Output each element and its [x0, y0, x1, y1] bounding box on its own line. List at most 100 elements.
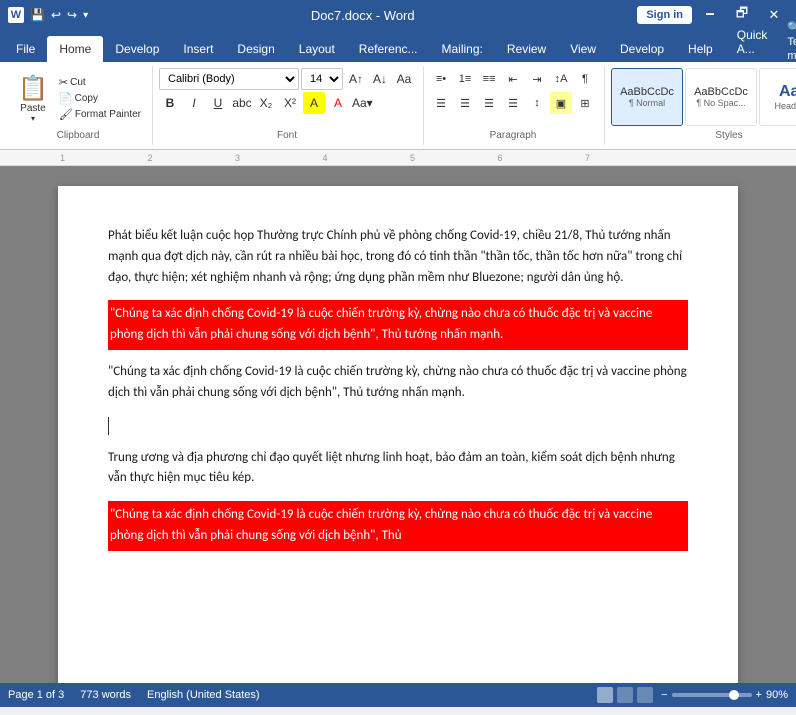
- document-area[interactable]: Phát biểu kết luận cuộc họp Thường trực …: [0, 166, 796, 683]
- styles-group: AaBbCcDc ¶ Normal AaBbCcDc ¶ No Spac... …: [607, 66, 796, 145]
- font-family-select[interactable]: Calibri (Body): [159, 68, 299, 90]
- page-info: Page 1 of 3: [8, 689, 64, 701]
- superscript-button[interactable]: X²: [279, 92, 301, 114]
- tab-insert[interactable]: Insert: [171, 36, 225, 62]
- minimize-button[interactable]: 🗕: [696, 4, 724, 26]
- clipboard-small-buttons: ✂ Cut 📄 Copy 🖌 Format Painter: [56, 75, 144, 122]
- quick-undo[interactable]: ↩: [51, 8, 61, 22]
- quick-redo[interactable]: ↪: [67, 8, 77, 22]
- tab-quickaccess[interactable]: Quick A...: [725, 22, 780, 62]
- line-spacing-button[interactable]: ↕: [526, 92, 548, 114]
- decrease-indent-button[interactable]: ⇤: [502, 68, 524, 90]
- paste-button[interactable]: 📋 Paste ▾: [12, 72, 54, 125]
- tab-file[interactable]: File: [4, 36, 47, 62]
- italic-button[interactable]: I: [183, 92, 205, 114]
- strikethrough-button[interactable]: abc: [231, 92, 253, 114]
- font-row-2: B I U abc X₂ X² A A Aa▾: [159, 92, 415, 114]
- clipboard-label: Clipboard: [57, 128, 100, 141]
- word-logo: W: [8, 7, 24, 23]
- style-heading1[interactable]: AaB Heading 1: [759, 68, 796, 126]
- style-normal-preview: AaBbCcDc: [620, 86, 674, 98]
- copy-button[interactable]: 📄 Copy: [56, 91, 144, 106]
- paragraph-label: Paragraph: [490, 128, 537, 141]
- style-normal-label: ¶ Normal: [629, 98, 665, 108]
- tab-references[interactable]: Referenc...: [347, 36, 430, 62]
- paragraph-2-highlighted: "Chúng ta xác định chống Covid-19 là cuộ…: [108, 300, 688, 350]
- signin-button[interactable]: Sign in: [637, 6, 692, 24]
- font-label: Font: [277, 128, 297, 141]
- view-buttons: [597, 687, 653, 703]
- clipboard-group-content: 📋 Paste ▾ ✂ Cut 📄 Copy 🖌 Format Painter: [12, 68, 144, 128]
- ribbon-content: 📋 Paste ▾ ✂ Cut 📄 Copy 🖌 Format Painter …: [0, 62, 796, 150]
- underline-button[interactable]: U: [207, 92, 229, 114]
- align-center-button[interactable]: ☰: [454, 92, 476, 114]
- language-info: English (United States): [147, 689, 260, 701]
- font-row-1: Calibri (Body) 14 A↑ A↓ Aa: [159, 68, 415, 90]
- shading-button[interactable]: ▣: [550, 92, 572, 114]
- justify-button[interactable]: ☰: [502, 92, 524, 114]
- style-no-spacing[interactable]: AaBbCcDc ¶ No Spac...: [685, 68, 757, 126]
- zoom-controls: − + 90%: [661, 689, 788, 701]
- window-title: Doc7.docx - Word: [88, 8, 637, 23]
- web-layout-button[interactable]: [637, 687, 653, 703]
- zoom-slider[interactable]: [672, 693, 752, 697]
- font-more-button[interactable]: Aa▾: [351, 92, 374, 114]
- zoom-level: 90%: [766, 689, 788, 701]
- cut-button[interactable]: ✂ Cut: [56, 75, 144, 90]
- decrease-font-button[interactable]: A↓: [369, 68, 391, 90]
- multilevel-button[interactable]: ≡≡: [478, 68, 500, 90]
- tab-mailings[interactable]: Mailing:: [430, 36, 495, 62]
- tab-home[interactable]: Home: [47, 36, 103, 62]
- show-marks-button[interactable]: ¶: [574, 68, 596, 90]
- print-layout-button[interactable]: [597, 687, 613, 703]
- styles-label: Styles: [715, 128, 742, 141]
- document-page[interactable]: Phát biểu kết luận cuộc họp Thường trực …: [58, 186, 738, 683]
- borders-button[interactable]: ⊞: [574, 92, 596, 114]
- tab-layout[interactable]: Layout: [287, 36, 347, 62]
- zoom-out-button[interactable]: −: [661, 689, 667, 701]
- font-color-button[interactable]: A: [327, 92, 349, 114]
- format-painter-button[interactable]: 🖌 Format Painter: [56, 107, 144, 122]
- tell-me-box[interactable]: 🔍 Tell me: [787, 20, 796, 62]
- ruler-markers: 1 2 3 4 5 6 7: [60, 153, 630, 163]
- para-row-1: ≡• 1≡ ≡≡ ⇤ ⇥ ↕A ¶: [430, 68, 596, 90]
- tab-develop2[interactable]: Develop: [608, 36, 676, 62]
- tab-develop[interactable]: Develop: [103, 36, 171, 62]
- clear-format-button[interactable]: Aa: [393, 68, 415, 90]
- style-normal[interactable]: AaBbCcDc ¶ Normal: [611, 68, 683, 126]
- tab-review[interactable]: Review: [495, 36, 558, 62]
- tab-help[interactable]: Help: [676, 36, 725, 62]
- title-bar-left: W 💾 ↩ ↪ ▾: [8, 7, 88, 23]
- align-right-button[interactable]: ☰: [478, 92, 500, 114]
- sort-button[interactable]: ↕A: [550, 68, 572, 90]
- font-size-select[interactable]: 14: [301, 68, 343, 90]
- tab-view[interactable]: View: [558, 36, 608, 62]
- subscript-button[interactable]: X₂: [255, 92, 277, 114]
- highlight-button[interactable]: A: [303, 92, 325, 114]
- tab-design[interactable]: Design: [225, 36, 286, 62]
- status-right: − + 90%: [597, 687, 788, 703]
- increase-indent-button[interactable]: ⇥: [526, 68, 548, 90]
- zoom-in-button[interactable]: +: [756, 689, 762, 701]
- align-left-button[interactable]: ☰: [430, 92, 452, 114]
- title-bar: W 💾 ↩ ↪ ▾ Doc7.docx - Word Sign in 🗕 🗗 ✕: [0, 0, 796, 30]
- read-mode-button[interactable]: [617, 687, 633, 703]
- paragraph-group: ≡• 1≡ ≡≡ ⇤ ⇥ ↕A ¶ ☰ ☰ ☰ ☰ ↕ ▣ ⊞: [426, 66, 605, 145]
- style-heading1-label: Heading 1: [774, 101, 796, 111]
- quick-save[interactable]: 💾: [30, 8, 45, 22]
- status-bar: Page 1 of 3 773 words English (United St…: [0, 683, 796, 707]
- font-group: Calibri (Body) 14 A↑ A↓ Aa B I U abc X₂ …: [155, 66, 424, 145]
- bullets-button[interactable]: ≡•: [430, 68, 452, 90]
- zoom-thumb: [729, 690, 739, 700]
- numbering-button[interactable]: 1≡: [454, 68, 476, 90]
- paragraph-1: Phát biểu kết luận cuộc họp Thường trực …: [108, 226, 688, 288]
- increase-font-button[interactable]: A↑: [345, 68, 367, 90]
- style-nospace-label: ¶ No Spac...: [696, 98, 745, 108]
- ribbon: File Home Develop Insert Design Layout R…: [0, 30, 796, 150]
- bold-button[interactable]: B: [159, 92, 181, 114]
- paragraph-3: "Chúng ta xác định chống Covid-19 là cuộ…: [108, 362, 688, 404]
- paragraph-6-highlighted: "Chúng ta xác định chống Covid-19 là cuộ…: [108, 501, 688, 551]
- font-controls: Calibri (Body) 14 A↑ A↓ Aa B I U abc X₂ …: [159, 68, 415, 114]
- style-heading1-preview: AaB: [779, 83, 796, 101]
- paragraph-content: ≡• 1≡ ≡≡ ⇤ ⇥ ↕A ¶ ☰ ☰ ☰ ☰ ↕ ▣ ⊞: [430, 68, 596, 128]
